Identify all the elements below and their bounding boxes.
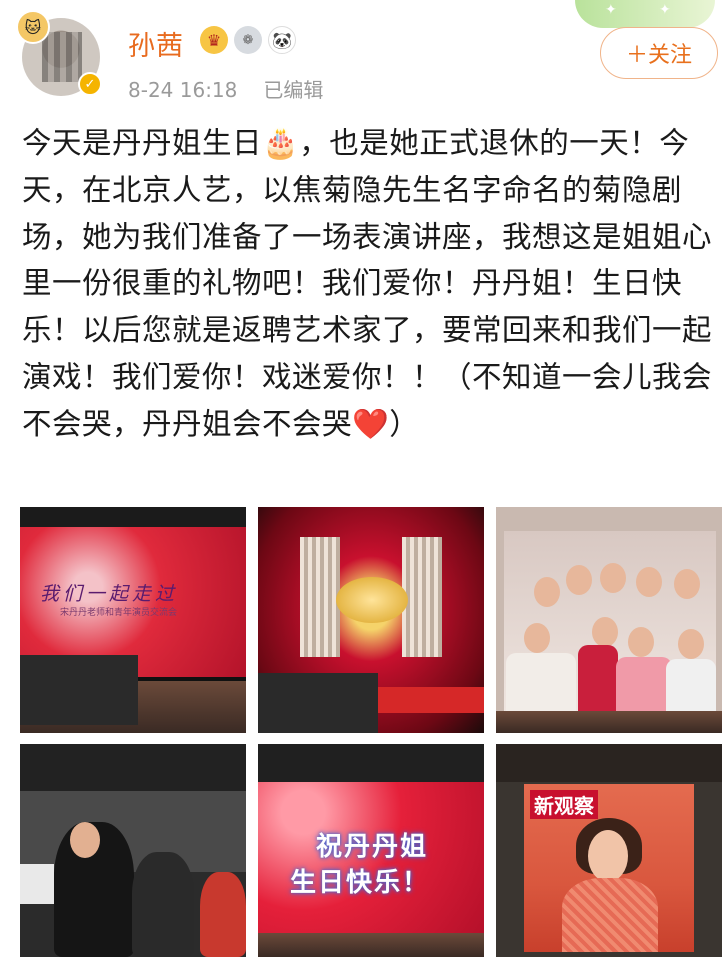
avatar[interactable]: 🐱 ✓ [16, 10, 102, 96]
sparkle-icon: ✦ [659, 2, 671, 18]
edited-label[interactable]: 已编辑 [263, 78, 323, 102]
magazine-title: 新观察 [530, 790, 598, 819]
photo-grid: 我们一起走过 宋丹丹老师和青年演员交流会 祝丹丹姐 生日快乐！ 新观察 [20, 507, 722, 957]
user-badges: ♛ ❁ 🐼 [200, 26, 296, 54]
photo-4[interactable] [20, 744, 246, 957]
photo-5[interactable]: 祝丹丹姐 生日快乐！ [258, 744, 484, 957]
panda-badge-icon[interactable]: 🐼 [268, 26, 296, 54]
post-text-part2: ，也是她正式退休的一天！今天，在北京人艺，以焦菊隐先生名字命名的菊隐剧场，她为我… [22, 126, 713, 441]
post-text: 今天是丹丹姐生日🎂，也是她正式退休的一天！今天，在北京人艺，以焦菊隐先生名字命名… [22, 120, 712, 448]
post-text-part3: ） [389, 406, 420, 441]
photo-3[interactable] [496, 507, 722, 733]
cat-pendant-icon: 🐱 [16, 10, 50, 44]
crown-badge-icon[interactable]: ♛ [200, 26, 228, 54]
photo-6[interactable]: 新观察 [496, 744, 722, 957]
medal-badge-icon[interactable]: ❁ [234, 26, 262, 54]
photo-1[interactable]: 我们一起走过 宋丹丹老师和青年演员交流会 [20, 507, 246, 733]
username[interactable]: 孙茜 [128, 24, 184, 63]
post-text-part1: 今天是丹丹姐生日 [22, 126, 263, 160]
screen-title: 我们一起走过 [40, 583, 179, 605]
follow-button[interactable]: ＋关注 [600, 27, 718, 79]
photo-2[interactable] [258, 507, 484, 733]
verified-icon: ✓ [78, 72, 102, 96]
screen-subtitle: 宋丹丹老师和青年演员交流会 [60, 608, 178, 618]
magazine-cover: 新观察 [524, 784, 694, 952]
card-decoration: ✦ ✦ [575, 0, 715, 28]
red-heart-icon: ❤️ [352, 406, 390, 441]
post-meta: 8-24 16:18 已编辑 [128, 74, 323, 103]
birthday-cake-icon: 🎂 [262, 126, 300, 160]
post-time: 8-24 16:18 [128, 78, 238, 102]
sparkle-icon: ✦ [605, 2, 617, 18]
birthday-wish-line2: 生日快乐！ [290, 868, 431, 898]
birthday-wish-line1: 祝丹丹姐 [316, 832, 429, 862]
